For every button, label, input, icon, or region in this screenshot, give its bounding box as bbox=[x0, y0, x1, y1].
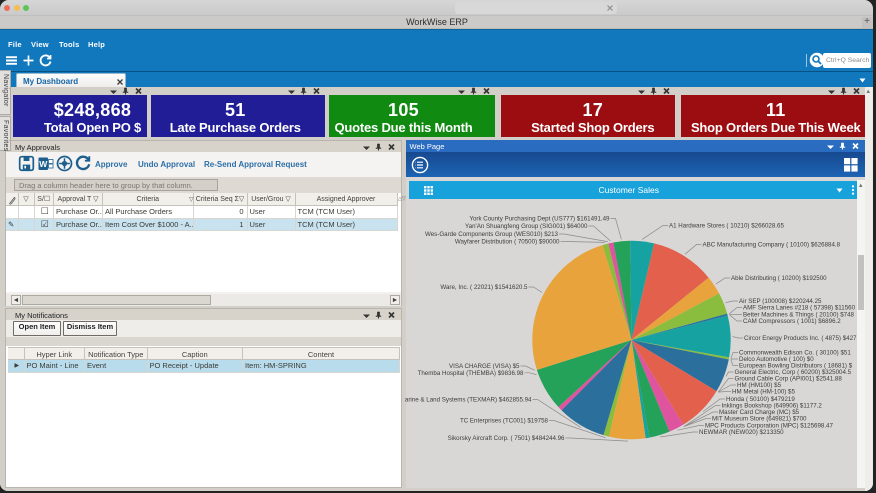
svg-text:AMF Sierra Lanes #218 ( 57398): AMF Sierra Lanes #218 ( 57398) $11560 bbox=[743, 305, 856, 312]
svg-text:HM Metal (HM-100) $5: HM Metal (HM-100) $5 bbox=[732, 389, 795, 396]
svg-text:MIT Museum Store (649821) $700: MIT Museum Store (649821) $700 bbox=[712, 416, 807, 423]
svg-text:Yan'An Shuangfeng Group (SIG00: Yan'An Shuangfeng Group (SIG001) $64000 bbox=[465, 223, 588, 230]
svg-text:Wes-Garde Components Group (WE: Wes-Garde Components Group (WES010) $213 bbox=[425, 231, 559, 238]
svg-text:Ware, Inc. ( 22021) $1541620.5: Ware, Inc. ( 22021) $1541620.5 bbox=[440, 284, 528, 291]
svg-text:York County Purchasing Dept (U: York County Purchasing Dept (US777) $161… bbox=[469, 216, 610, 223]
svg-text:NEWMAR (NEW020) $213350: NEWMAR (NEW020) $213350 bbox=[699, 429, 784, 436]
svg-text:Themba Hospital (THEMBA) $9836: Themba Hospital (THEMBA) $9836.98 bbox=[418, 370, 524, 377]
svg-text:Able Distributing ( 10200) $19: Able Distributing ( 10200) $192500 bbox=[731, 275, 827, 282]
svg-text:Wayfarer Distribution ( 70500): Wayfarer Distribution ( 70500) $90000 bbox=[455, 239, 560, 246]
svg-text:Circor Energy Products Inc. (: Circor Energy Products Inc. ( 4875) $427 bbox=[744, 335, 857, 342]
svg-text:CAM Compressors ( 1001) $6896.: CAM Compressors ( 1001) $6896.2 bbox=[743, 318, 841, 325]
svg-text:ABC Manufacturing Company ( 10: ABC Manufacturing Company ( 10100) $6268… bbox=[703, 242, 841, 249]
svg-text:Marine & Land Systems (TEXMAR): Marine & Land Systems (TEXMAR) $462855.9… bbox=[405, 397, 532, 404]
svg-text:A1 Hardware Stores ( 10210) $2: A1 Hardware Stores ( 10210) $266028.65 bbox=[669, 223, 784, 230]
svg-text:W: W bbox=[39, 158, 48, 168]
svg-text:Sikorsky Aircraft Corp. ( 7501: Sikorsky Aircraft Corp. ( 7501) $484244.… bbox=[448, 435, 565, 442]
svg-text:TC Enterprises (TC001) $19758: TC Enterprises (TC001) $19758 bbox=[460, 418, 549, 425]
